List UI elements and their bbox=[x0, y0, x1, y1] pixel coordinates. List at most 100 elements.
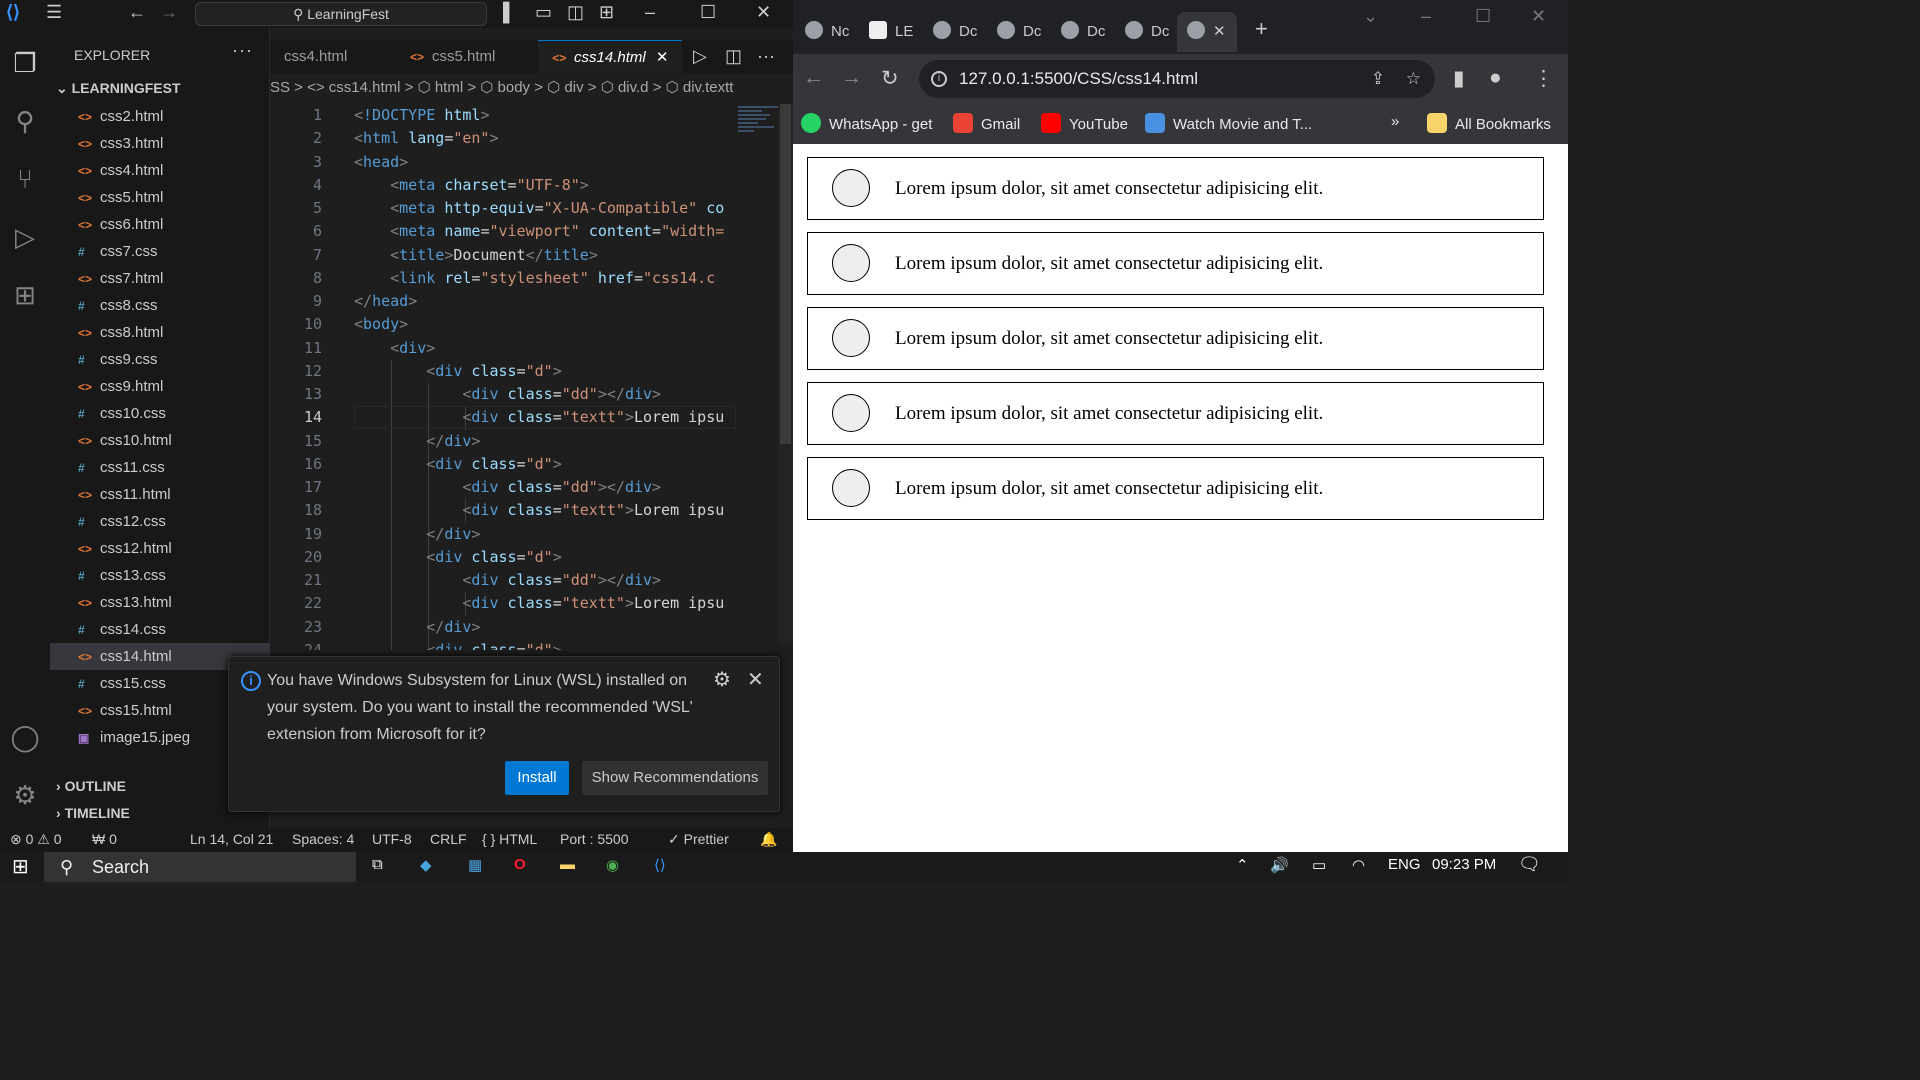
store-icon[interactable]: ▦ bbox=[468, 856, 482, 874]
run-debug-icon[interactable]: ▷ bbox=[4, 216, 46, 258]
site-info-icon[interactable]: i bbox=[931, 71, 947, 87]
code-line[interactable]: <body> bbox=[354, 315, 408, 333]
code-line[interactable]: <html lang="en"> bbox=[354, 129, 499, 147]
extensions-icon[interactable]: ⊞ bbox=[4, 274, 46, 316]
tab-search-icon[interactable]: ⌄ bbox=[1363, 6, 1378, 27]
scrollbar-thumb[interactable] bbox=[780, 104, 791, 444]
outline-section[interactable]: › OUTLINE bbox=[56, 778, 126, 794]
file-tree-item[interactable]: # css11.css bbox=[50, 454, 270, 481]
code-line[interactable]: <div class="d"> bbox=[354, 641, 561, 650]
problems-status[interactable]: ⊗ 0 ⚠ 0 bbox=[10, 831, 62, 848]
windows-start-icon[interactable]: ⊞ bbox=[12, 854, 29, 879]
code-line[interactable]: <meta http-equiv="X-UA-Compatible" co bbox=[354, 199, 724, 217]
forward-arrow-icon[interactable]: → bbox=[841, 66, 862, 90]
bookmark-watch-movie[interactable]: Watch Movie and T... bbox=[1145, 113, 1312, 133]
code-line[interactable]: <div class="d"> bbox=[354, 548, 561, 566]
chrome-menu-icon[interactable]: ⋮ bbox=[1533, 66, 1554, 91]
file-tree-item[interactable]: # css14.css bbox=[50, 616, 270, 643]
code-line[interactable]: <!DOCTYPE html> bbox=[354, 106, 489, 124]
code-editor[interactable]: 1 <!DOCTYPE html> 2 <html lang="en"> 3 <head>… bbox=[270, 104, 736, 650]
code-line[interactable]: <div class="d"> bbox=[354, 362, 561, 380]
code-line[interactable]: <div class="textt">Lorem ipsu bbox=[354, 501, 724, 519]
chrome-taskbar-icon[interactable]: ◉ bbox=[606, 856, 619, 874]
source-control-icon[interactable]: ⑂ bbox=[4, 158, 46, 200]
code-line[interactable]: </div> bbox=[354, 618, 480, 636]
file-tree-item[interactable]: <> css13.html bbox=[50, 589, 270, 616]
toggle-sidebar-icon[interactable]: ▌ bbox=[503, 2, 516, 23]
menu-icon[interactable]: ☰ bbox=[46, 2, 62, 23]
browser-tab[interactable]: Dc bbox=[997, 12, 1041, 52]
timeline-section[interactable]: › TIMELINE bbox=[56, 805, 130, 821]
task-view-icon[interactable]: ⧉ bbox=[372, 856, 383, 873]
close-tab-icon[interactable]: ✕ bbox=[1213, 23, 1226, 40]
file-tree-item[interactable]: # css10.css bbox=[50, 400, 270, 427]
close-tab-icon[interactable]: ✕ bbox=[656, 49, 669, 66]
address-bar[interactable]: i 127.0.0.1:5500/CSS/css14.html ⇪ ☆ bbox=[919, 60, 1435, 98]
minimap[interactable] bbox=[738, 104, 778, 164]
new-tab-icon[interactable]: + bbox=[1255, 16, 1268, 42]
side-panel-icon[interactable]: ▮ bbox=[1453, 66, 1465, 91]
encoding-status[interactable]: UTF-8 bbox=[372, 831, 412, 847]
code-line[interactable]: <div class="dd"></div> bbox=[354, 571, 661, 589]
file-tree-item[interactable]: # css7.css bbox=[50, 238, 270, 265]
code-line[interactable]: <div class="textt">Lorem ipsu bbox=[354, 594, 724, 612]
file-tree-item[interactable]: <> css10.html bbox=[50, 427, 270, 454]
notification-center-icon[interactable]: 🗨 bbox=[1518, 854, 1541, 875]
tab-css4[interactable]: css4.html bbox=[270, 40, 390, 74]
file-tree-item[interactable]: <> css4.html bbox=[50, 157, 270, 184]
code-line[interactable]: <div class="d"> bbox=[354, 455, 561, 473]
vscode-taskbar-icon[interactable]: ⟨⟩ bbox=[654, 856, 666, 874]
forward-arrow-icon[interactable]: → bbox=[160, 2, 178, 23]
browser-tab[interactable]: LE bbox=[869, 12, 913, 52]
command-center-search[interactable]: ⚲ LearningFest bbox=[195, 2, 487, 26]
cursor-position-status[interactable]: Ln 14, Col 21 bbox=[190, 831, 273, 847]
bookmarks-overflow-icon[interactable]: » bbox=[1391, 113, 1399, 130]
code-line[interactable]: <title>Document</title> bbox=[354, 246, 598, 264]
notification-settings-gear-icon[interactable]: ⚙ bbox=[713, 667, 731, 692]
maximize-icon[interactable]: ☐ bbox=[700, 2, 716, 23]
file-tree-item[interactable]: # css12.css bbox=[50, 508, 270, 535]
maximize-icon[interactable]: ☐ bbox=[1475, 6, 1491, 27]
volume-icon[interactable]: 🔊 bbox=[1270, 856, 1289, 874]
settings-gear-icon[interactable]: ⚙ bbox=[4, 774, 46, 816]
toggle-panel-icon[interactable]: ▭ bbox=[535, 2, 552, 23]
wifi-icon[interactable]: ◠ bbox=[1352, 856, 1365, 874]
eol-status[interactable]: CRLF bbox=[430, 831, 467, 847]
share-icon[interactable]: ⇪ bbox=[1371, 60, 1385, 98]
file-tree-item[interactable]: <> css2.html bbox=[50, 103, 270, 130]
more-actions-icon[interactable]: ··· bbox=[232, 40, 253, 61]
close-window-icon[interactable]: ✕ bbox=[756, 2, 771, 23]
language-status[interactable]: { } HTML bbox=[482, 831, 537, 847]
bookmark-gmail[interactable]: Gmail bbox=[953, 113, 1020, 133]
code-line[interactable]: </div> bbox=[354, 432, 480, 450]
show-recommendations-button[interactable]: Show Recommendations bbox=[582, 761, 768, 795]
file-tree-item[interactable]: # css13.css bbox=[50, 562, 270, 589]
code-line[interactable]: <div class="textt">Lorem ipsu bbox=[354, 408, 724, 426]
indentation-status[interactable]: Spaces: 4 bbox=[292, 831, 354, 847]
browser-tab[interactable]: Nc bbox=[805, 12, 849, 52]
customize-layout-icon[interactable]: ⊞ bbox=[599, 2, 614, 23]
explorer-icon[interactable]: ❐ bbox=[4, 42, 46, 84]
profile-icon[interactable]: ● bbox=[1489, 66, 1502, 90]
code-line[interactable]: <head> bbox=[354, 153, 408, 171]
file-tree-item[interactable]: # css9.css bbox=[50, 346, 270, 373]
file-tree-item[interactable]: <> css11.html bbox=[50, 481, 270, 508]
code-line[interactable]: </head> bbox=[354, 292, 417, 310]
browser-tab[interactable]: Dc bbox=[933, 12, 977, 52]
browser-tab-active[interactable]: ✕ bbox=[1177, 12, 1237, 52]
tray-chevron-icon[interactable]: ⌃ bbox=[1236, 856, 1249, 874]
live-server-port-status[interactable]: Port : 5500 bbox=[560, 831, 629, 847]
file-tree-item[interactable]: <> css3.html bbox=[50, 130, 270, 157]
file-tree-item[interactable]: <> css9.html bbox=[50, 373, 270, 400]
code-line[interactable]: <div> bbox=[354, 339, 435, 357]
app-icon[interactable]: ◆ bbox=[420, 856, 432, 874]
file-tree-item[interactable]: <> css7.html bbox=[50, 265, 270, 292]
back-arrow-icon[interactable]: ← bbox=[128, 2, 146, 23]
browser-tab[interactable]: Dc bbox=[1061, 12, 1105, 52]
code-line[interactable]: <div class="dd"></div> bbox=[354, 478, 661, 496]
minimize-icon[interactable]: – bbox=[645, 2, 655, 23]
install-button[interactable]: Install bbox=[505, 761, 569, 795]
code-line[interactable]: </div> bbox=[354, 525, 480, 543]
account-icon[interactable]: ◯ bbox=[4, 716, 46, 758]
bookmark-youtube[interactable]: YouTube bbox=[1041, 113, 1128, 133]
